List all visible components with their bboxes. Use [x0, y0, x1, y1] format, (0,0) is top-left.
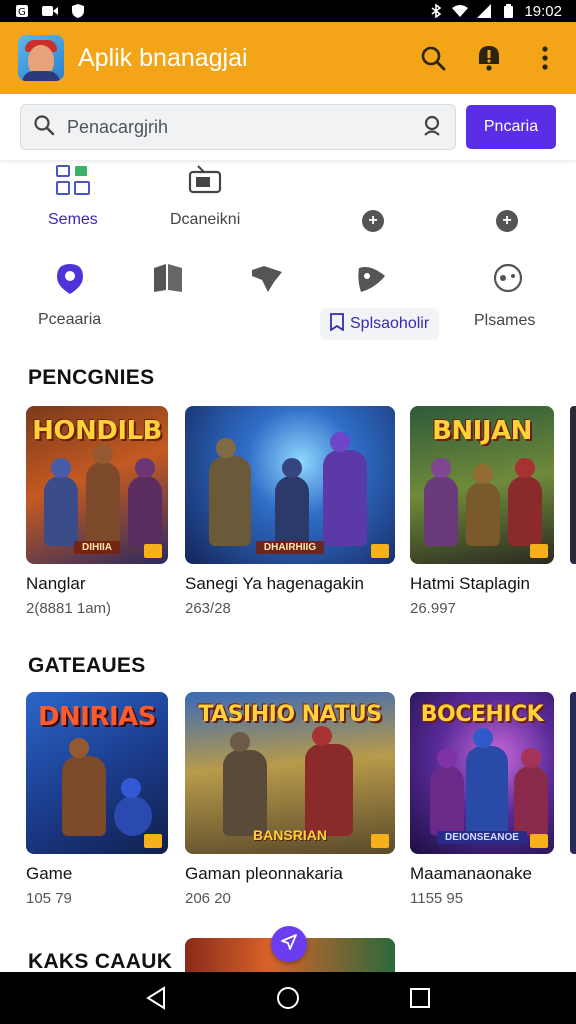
game-thumbnail: HONDILB DIHIIA [26, 406, 168, 564]
home-icon[interactable] [268, 978, 308, 1018]
chip-splsaoholir[interactable]: Splsaoholir [320, 308, 440, 340]
category-pceaaria[interactable]: Pceaaria [38, 262, 101, 329]
rating-badge [144, 834, 162, 848]
game-name: Maamanaonake [410, 864, 532, 883]
thumbnail-title: DNIRIAS [37, 702, 157, 732]
add-category-button[interactable]: + [496, 210, 518, 232]
status-bar: G 19:02 [0, 0, 576, 22]
game-meta: 1155 95 [410, 890, 464, 907]
section-title: GATEAUES [28, 654, 146, 677]
book-icon[interactable] [152, 262, 184, 294]
search-input[interactable] [67, 116, 421, 138]
notification-icon: G [14, 4, 30, 18]
game-name: Hatmi Staplagin [410, 574, 531, 593]
game-meta: 105 79 [26, 890, 72, 907]
share-fab[interactable] [271, 926, 307, 962]
app-bar-actions [416, 41, 562, 75]
voice-search-icon[interactable] [421, 114, 443, 141]
game-name: Game [26, 864, 73, 883]
game-meta: 26.997 [410, 600, 456, 617]
game-name: Nanglar [26, 574, 86, 593]
game-card[interactable]: HONDILB DIHIIA Nanglar 2(8881 1am) [26, 406, 168, 617]
game-meta: 2(8881 1am) [26, 600, 112, 617]
location-pin-icon [55, 262, 85, 301]
bookmark-icon [330, 312, 344, 336]
video-icon [42, 4, 58, 18]
app-title: Aplik bnanagjai [78, 43, 248, 72]
gamepad-icon[interactable] [492, 262, 524, 294]
game-thumbnail: DNIRIAS [26, 692, 168, 854]
send-icon [280, 933, 298, 956]
more-vert-icon[interactable] [528, 41, 562, 75]
wifi-icon [452, 4, 469, 18]
add-category-button[interactable]: + [362, 210, 384, 232]
game-name: Sanegi Ya hagenagakin [185, 574, 364, 593]
game-thumbnail: BOCEHICK DEIONSEANOE [410, 692, 554, 854]
thumbnail-banner: DEIONSEANOE [437, 831, 527, 844]
rating-badge [530, 834, 548, 848]
rating-badge [371, 834, 389, 848]
next-card-peek [570, 406, 576, 564]
thumbnail-banner: DHAIRHIIG [255, 541, 325, 554]
svg-text:G: G [18, 7, 26, 18]
plus-icon: + [496, 210, 518, 232]
category-row-2: Pceaaria Splsaoholir Plsames [0, 258, 576, 348]
game-thumbnail: BNIJAN [410, 406, 554, 564]
game-card[interactable]: DNIRIAS Game 105 79 [26, 692, 168, 907]
play-shape-icon[interactable] [355, 262, 387, 294]
category-row-1: Semes Dcaneikni + + [0, 162, 576, 246]
thumbnail-title: TASIHIO NATUS [198, 702, 382, 727]
map-icon[interactable] [250, 262, 284, 294]
signal-icon [476, 4, 492, 18]
search-icon[interactable] [416, 41, 450, 75]
section-title: PENCGNIES [28, 366, 155, 389]
thumbnail-banner: BANSRIAN [253, 827, 327, 843]
app-avatar[interactable] [18, 35, 64, 81]
app-bar: Aplik bnanagjai [0, 22, 576, 94]
search-field [20, 104, 456, 150]
rating-badge [371, 544, 389, 558]
game-card[interactable]: DHAIRHIIG Sanegi Ya hagenagakin 263/28 [185, 406, 395, 617]
thumbnail-title: BNIJAN [432, 416, 532, 446]
search-bar: Pncaria [0, 94, 576, 160]
game-thumbnail: TASIHIO NATUS BANSRIAN [185, 692, 395, 854]
thumbnail-title: HONDILB [32, 416, 162, 446]
category-semes[interactable]: Semes [48, 164, 98, 229]
shield-icon [70, 4, 86, 18]
game-meta: 263/28 [185, 600, 231, 617]
search-button[interactable]: Pncaria [466, 105, 556, 149]
back-icon[interactable] [136, 978, 176, 1018]
thumbnail-title: BOCEHICK [420, 702, 544, 727]
thumbnail-banner: DIHIIA [74, 541, 120, 554]
rating-badge [144, 544, 162, 558]
section-title: KAKS CAAUK [28, 950, 173, 973]
game-name: Gaman pleonnakaria [185, 864, 343, 883]
game-card[interactable]: TASIHIO NATUS BANSRIAN Gaman pleonnakari… [185, 692, 395, 907]
grid-apps-icon [55, 164, 91, 201]
tv-icon [188, 164, 222, 201]
battery-icon [500, 4, 516, 18]
category-label: Dcaneikni [170, 211, 241, 228]
game-card[interactable]: BOCEHICK DEIONSEANOE Maamanaonake 1155 9… [410, 692, 554, 907]
alert-icon[interactable] [472, 41, 506, 75]
plus-icon: + [362, 210, 384, 232]
next-card-peek [570, 692, 576, 854]
category-label-plsames: Plsames [474, 312, 536, 329]
bluetooth-icon [428, 4, 444, 18]
category-dcaneikni[interactable]: Dcaneikni [170, 164, 240, 229]
status-time: 19:02 [524, 2, 562, 20]
status-left-icons: G [14, 4, 86, 18]
search-icon [33, 114, 55, 141]
game-card[interactable]: BNIJAN Hatmi Staplagin 26.997 [410, 406, 554, 617]
category-label: Semes [48, 211, 98, 228]
system-nav-bar [0, 972, 576, 1024]
status-right-icons: 19:02 [428, 3, 562, 20]
chip-label: Splsaoholir [350, 315, 430, 332]
category-label: Pceaaria [38, 311, 102, 328]
recents-icon[interactable] [400, 978, 440, 1018]
rating-badge [530, 544, 548, 558]
game-thumbnail: DHAIRHIIG [185, 406, 395, 564]
game-meta: 206 20 [185, 890, 231, 907]
